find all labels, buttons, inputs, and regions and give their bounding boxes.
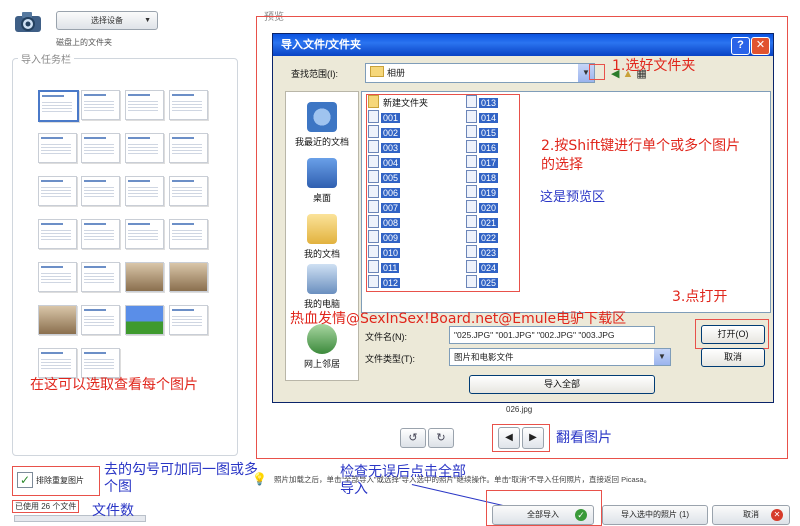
close-icon[interactable]: ✕	[751, 37, 770, 55]
filetype-label: 文件类型(T):	[365, 354, 415, 364]
pager-highlight	[492, 424, 550, 452]
import-selected-button[interactable]: 导入选中的照片 (1)	[602, 505, 708, 525]
thumbnail[interactable]	[38, 90, 79, 122]
thumbnail[interactable]	[125, 305, 164, 335]
thumbnail-grid	[28, 86, 228, 378]
import-all-dialog-button[interactable]: 导入全部	[469, 375, 655, 394]
thumbnail[interactable]	[38, 219, 77, 249]
places-bar: 我最近的文档 桌面 我的文档 我的电脑 网上邻居	[285, 91, 359, 381]
rotate-left-icon[interactable]: ↺	[400, 428, 426, 448]
look-in-value: 相册	[387, 68, 406, 78]
my-documents-icon	[307, 214, 337, 244]
folder-icon	[370, 66, 384, 77]
import-task-label: 导入任务栏	[18, 51, 74, 66]
desktop-icon	[307, 158, 337, 188]
place-recent[interactable]: 我最近的文档	[286, 102, 358, 148]
thumbnail[interactable]	[38, 133, 77, 163]
network-icon	[307, 324, 337, 354]
annotation-preview-area: 这是预览区	[540, 190, 606, 205]
import-dialog: 导入文件/文件夹 ? ✕ 查找范围(I): 相册 ▼ ◀▲▦ 我最近的文档 桌面…	[272, 33, 774, 403]
thumbnail[interactable]	[81, 348, 120, 378]
select-device-button[interactable]: 选择设备 ▼	[56, 11, 158, 30]
chevron-down-icon[interactable]: ▼	[654, 349, 670, 365]
check-icon[interactable]: ✓	[17, 472, 33, 488]
chevron-down-icon: ▼	[144, 17, 151, 24]
place-my-documents[interactable]: 我的文档	[286, 214, 358, 260]
dialog-title: 导入文件/文件夹	[273, 34, 773, 56]
thumbnail[interactable]	[125, 219, 164, 249]
filetype-select[interactable]: 图片和电影文件 ▼	[449, 348, 671, 366]
files-used-label: 已使用 26 个文件	[12, 500, 80, 513]
cancel-import-button[interactable]: 取消 ✕	[712, 505, 790, 525]
thumbnail[interactable]	[125, 90, 164, 120]
thumbnail[interactable]	[81, 176, 120, 206]
thumbnail[interactable]	[125, 133, 164, 163]
thumbnail[interactable]	[38, 176, 77, 206]
select-device-label: 选择设备	[91, 16, 123, 25]
thumbnail[interactable]	[81, 219, 120, 249]
selection-highlight	[366, 94, 520, 292]
filename-label: 文件名(N):	[365, 332, 407, 342]
look-in-highlight	[589, 64, 605, 80]
bulb-icon: 💡	[252, 472, 267, 486]
filetype-value: 图片和电影文件	[454, 352, 514, 362]
thumbnail[interactable]	[38, 348, 77, 378]
thumbnail[interactable]	[169, 90, 208, 120]
check-icon: ✓	[575, 509, 587, 521]
thumbnail[interactable]	[81, 90, 120, 120]
photo-filename: 026.jpg	[506, 405, 533, 414]
thumbnail[interactable]	[169, 262, 208, 292]
thumbnail[interactable]	[81, 133, 120, 163]
watermark-text: 热血发情@SexInSex!Board.net@Emule电驴下载区	[290, 311, 627, 327]
thumbnail[interactable]	[125, 176, 164, 206]
annotation-file-count: 文件数	[92, 503, 134, 519]
thumbnail[interactable]	[169, 219, 208, 249]
filename-input[interactable]: "025.JPG" "001.JPG" "002.JPG" "003.JPG	[449, 326, 655, 344]
annotation-step1: 1.选好文件夹	[612, 58, 696, 74]
open-highlight	[695, 319, 769, 349]
place-network[interactable]: 网上邻居	[286, 324, 358, 370]
thumbnail[interactable]	[169, 176, 208, 206]
cancel-label: 取消	[743, 510, 759, 519]
camera-icon[interactable]	[14, 10, 44, 34]
thumbnail[interactable]	[125, 262, 164, 292]
annotation-step3: 3.点打开	[672, 289, 728, 305]
recent-docs-icon	[307, 102, 337, 132]
thumbnail[interactable]	[38, 262, 77, 292]
disk-folder-label: 磁盘上的文件夹	[56, 38, 112, 47]
help-icon[interactable]: ?	[731, 37, 750, 55]
look-in-label: 查找范围(I):	[291, 69, 338, 79]
rotate-right-icon[interactable]: ↻	[428, 428, 454, 448]
my-computer-icon	[307, 264, 337, 294]
thumbnail[interactable]	[38, 305, 77, 335]
import-all-label: 全部导入	[527, 510, 559, 519]
exclude-duplicates-label: 排除重复图片	[36, 476, 84, 485]
annotation-step2: 2.按Shift键进行单个或多个图片的选择	[541, 138, 741, 173]
thumbnail[interactable]	[81, 262, 120, 292]
thumbnail[interactable]	[169, 133, 208, 163]
place-desktop[interactable]: 桌面	[286, 158, 358, 204]
thumbnail[interactable]	[169, 305, 208, 335]
annotation-checkbox: 去的勾号可加同一图或多个图	[104, 462, 258, 495]
thumbnail[interactable]	[81, 305, 120, 335]
annotation-view-each: 在这可以选取查看每个图片	[30, 377, 198, 393]
place-my-computer[interactable]: 我的电脑	[286, 264, 358, 310]
import-all-button[interactable]: 全部导入 ✓	[492, 505, 594, 525]
cancel-icon: ✕	[771, 509, 783, 521]
cancel-button[interactable]: 取消	[701, 348, 765, 367]
look-in-select[interactable]: 相册 ▼	[365, 63, 595, 83]
annotation-browse: 翻看图片	[556, 430, 612, 446]
